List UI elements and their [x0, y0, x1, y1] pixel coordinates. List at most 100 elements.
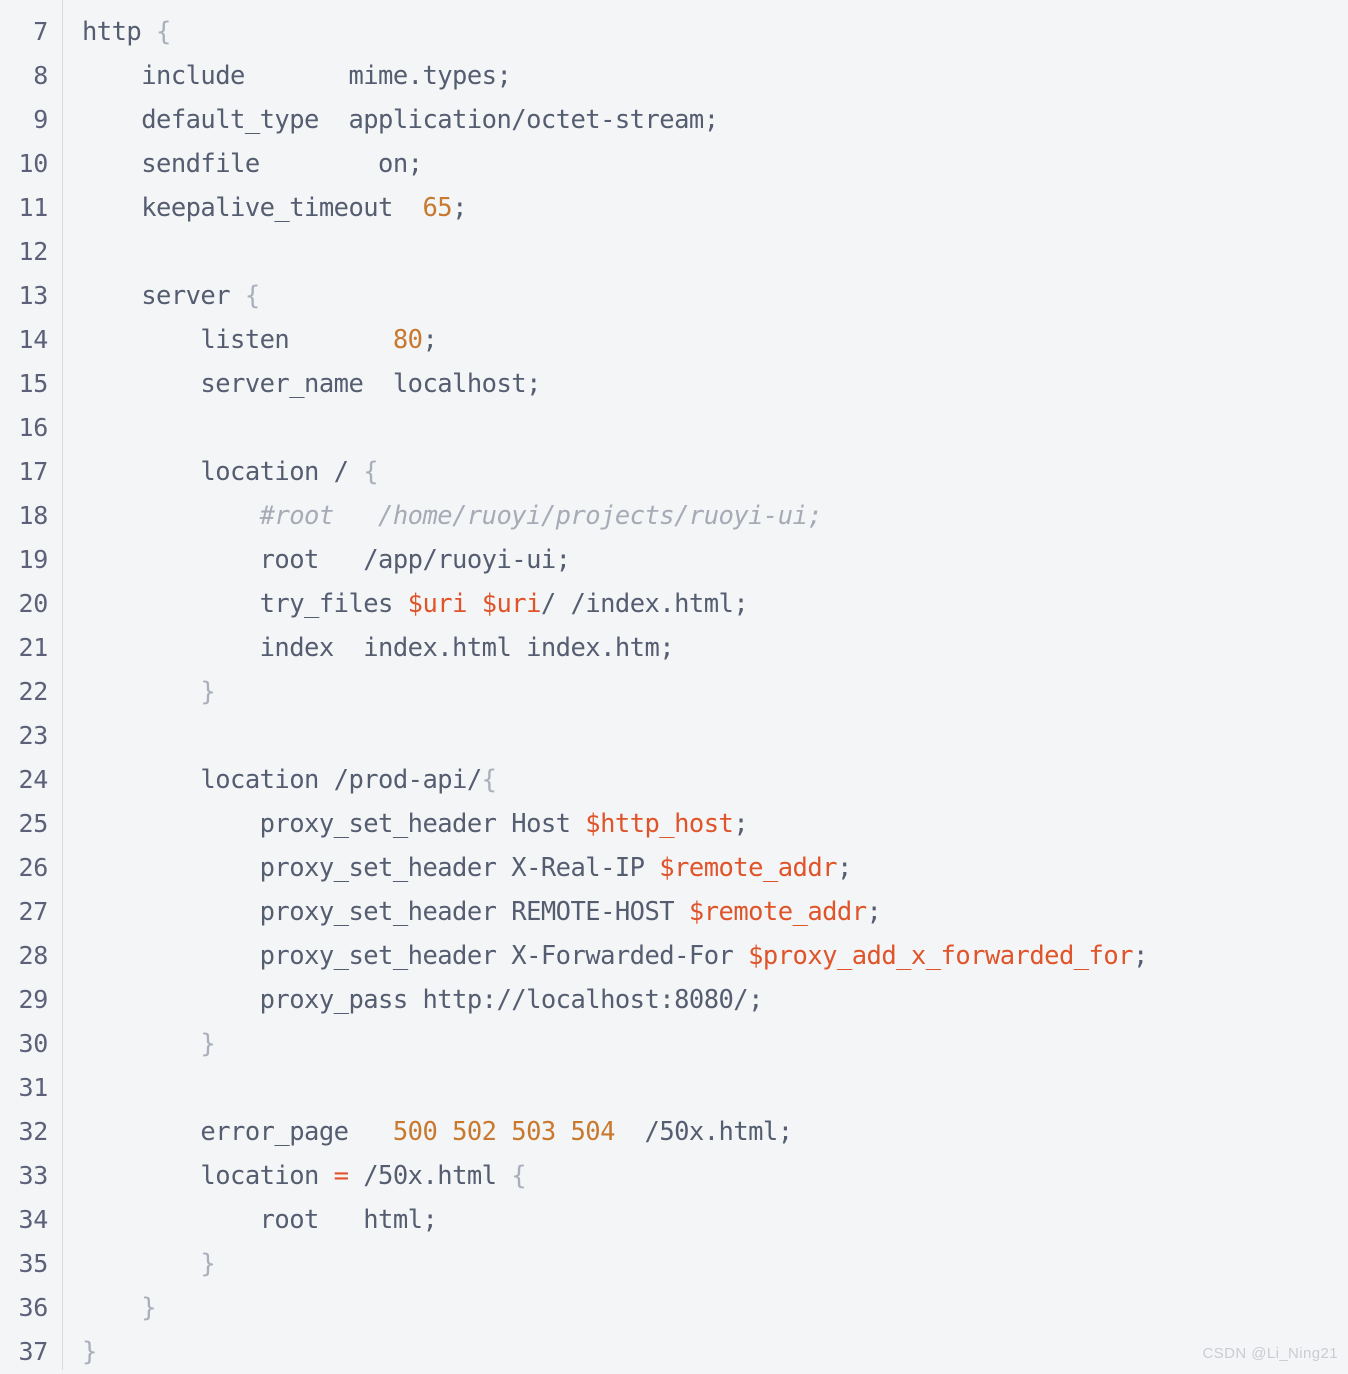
- code-line[interactable]: 8 include mime.types;: [0, 54, 1348, 98]
- code-line[interactable]: 28 proxy_set_header X-Forwarded-For $pro…: [0, 934, 1348, 978]
- code-token-plain: ;: [1132, 941, 1148, 971]
- code-token-plain: proxy_set_header X-Forwarded-For: [82, 941, 749, 971]
- code-line-text[interactable]: http {: [62, 10, 1348, 54]
- code-line[interactable]: 16: [0, 406, 1348, 450]
- code-line-text[interactable]: }: [62, 1286, 1348, 1330]
- code-line[interactable]: 33 location = /50x.html {: [0, 1154, 1348, 1198]
- code-line[interactable]: 18 #root /home/ruoyi/projects/ruoyi-ui;: [0, 494, 1348, 538]
- code-line-text[interactable]: [62, 406, 1348, 450]
- code-line-text[interactable]: root /app/ruoyi-ui;: [62, 538, 1348, 582]
- code-token-plain: listen: [82, 325, 393, 355]
- code-token-brace: }: [82, 1337, 97, 1367]
- code-viewer[interactable]: 7 http {8 include mime.types; 9 default_ty…: [0, 0, 1348, 1370]
- code-line-text[interactable]: sendfile on;: [62, 142, 1348, 186]
- code-token-comment: #root /home/ruoyi/projects/ruoyi-ui;: [259, 501, 823, 531]
- code-line-text[interactable]: try_files $uri $uri/ /index.html;: [62, 582, 1348, 626]
- code-line-text[interactable]: listen 80;: [62, 318, 1348, 362]
- code-token-var: $uri: [407, 589, 468, 619]
- code-line[interactable]: 14 listen 80;: [0, 318, 1348, 362]
- line-number: 15: [18, 369, 48, 398]
- code-line[interactable]: 35 }: [0, 1242, 1348, 1286]
- code-line-text[interactable]: proxy_set_header X-Forwarded-For $proxy_…: [62, 934, 1348, 978]
- code-line[interactable]: 13 server {: [0, 274, 1348, 318]
- code-token-plain: proxy_set_header X-Real-IP: [82, 853, 660, 883]
- line-number: 36: [18, 1293, 48, 1322]
- line-number: 30: [18, 1029, 48, 1058]
- code-line[interactable]: 11 keepalive_timeout 65;: [0, 186, 1348, 230]
- code-line[interactable]: 34 root html;: [0, 1198, 1348, 1242]
- code-line-text[interactable]: error_page 500 502 503 504 /50x.html;: [62, 1110, 1348, 1154]
- code-line[interactable]: 21 index index.html index.htm;: [0, 626, 1348, 670]
- code-line-text[interactable]: [62, 230, 1348, 274]
- line-number: 22: [18, 677, 48, 706]
- code-token-plain: ;: [422, 325, 438, 355]
- code-line-text[interactable]: }: [62, 670, 1348, 714]
- code-line-text[interactable]: proxy_set_header X-Real-IP $remote_addr;: [62, 846, 1348, 890]
- code-token-plain: index index.html index.htm;: [82, 633, 675, 663]
- code-line[interactable]: 12: [0, 230, 1348, 274]
- code-token-brace: {: [156, 17, 171, 47]
- code-token-plain: proxy_pass http://localhost:8080/;: [82, 985, 764, 1015]
- code-line-text[interactable]: location /prod-api/{: [62, 758, 1348, 802]
- code-token-var: $uri: [481, 589, 542, 619]
- code-line-text[interactable]: location = /50x.html {: [62, 1154, 1348, 1198]
- code-line-text[interactable]: server_name localhost;: [62, 362, 1348, 406]
- code-line-text[interactable]: include mime.types;: [62, 54, 1348, 98]
- code-token-plain: server: [82, 281, 245, 311]
- code-token-num: 80: [392, 325, 423, 355]
- code-line-text[interactable]: #root /home/ruoyi/projects/ruoyi-ui;: [62, 494, 1348, 538]
- code-token-plain: include mime.types;: [82, 61, 512, 91]
- code-line-text[interactable]: [62, 714, 1348, 758]
- code-token-brace: }: [200, 1029, 216, 1059]
- code-token-plain: location: [82, 1161, 334, 1191]
- code-line-text[interactable]: location / {: [62, 450, 1348, 494]
- code-token-var: $remote_addr: [659, 853, 837, 883]
- code-line[interactable]: 9 default_type application/octet-stream;: [0, 98, 1348, 142]
- code-line[interactable]: 29 proxy_pass http://localhost:8080/;: [0, 978, 1348, 1022]
- code-line[interactable]: 31: [0, 1066, 1348, 1110]
- code-line-list: 7 http {8 include mime.types; 9 default_ty…: [0, 0, 1348, 1374]
- line-number: 21: [18, 633, 48, 662]
- code-line[interactable]: 30 }: [0, 1022, 1348, 1066]
- code-line[interactable]: 17 location / {: [0, 450, 1348, 494]
- code-line[interactable]: 36 }: [0, 1286, 1348, 1330]
- line-number: 8: [33, 61, 48, 90]
- code-line[interactable]: 7 http {: [0, 10, 1348, 54]
- code-token-plain: ;: [836, 853, 852, 883]
- line-number: 32: [18, 1117, 48, 1146]
- line-number: 25: [18, 809, 48, 838]
- code-line-text[interactable]: proxy_set_header Host $http_host;: [62, 802, 1348, 846]
- code-line-text[interactable]: index index.html index.htm;: [62, 626, 1348, 670]
- code-line-text[interactable]: keepalive_timeout 65;: [62, 186, 1348, 230]
- code-line[interactable]: 23: [0, 714, 1348, 758]
- code-token-plain: root html;: [82, 1205, 438, 1235]
- code-line-text[interactable]: default_type application/octet-stream;: [62, 98, 1348, 142]
- code-line[interactable]: 22 }: [0, 670, 1348, 714]
- code-line[interactable]: 37}: [0, 1330, 1348, 1374]
- code-line-text[interactable]: proxy_pass http://localhost:8080/;: [62, 978, 1348, 1022]
- code-line-text[interactable]: proxy_set_header REMOTE-HOST $remote_add…: [62, 890, 1348, 934]
- code-token-plain: proxy_set_header Host: [82, 809, 586, 839]
- code-line[interactable]: 15 server_name localhost;: [0, 362, 1348, 406]
- code-token-plain: error_page: [82, 1117, 393, 1147]
- code-line[interactable]: 27 proxy_set_header REMOTE-HOST $remote_…: [0, 890, 1348, 934]
- code-line[interactable]: 20 try_files $uri $uri/ /index.html;: [0, 582, 1348, 626]
- code-line-text[interactable]: }: [62, 1330, 1348, 1374]
- code-token-plain: ;: [733, 809, 749, 839]
- code-line-text[interactable]: }: [62, 1242, 1348, 1286]
- code-line-text[interactable]: }: [62, 1022, 1348, 1066]
- code-line-text[interactable]: server {: [62, 274, 1348, 318]
- code-line[interactable]: 26 proxy_set_header X-Real-IP $remote_ad…: [0, 846, 1348, 890]
- code-line[interactable]: 19 root /app/ruoyi-ui;: [0, 538, 1348, 582]
- line-number: 33: [18, 1161, 48, 1190]
- code-line-text[interactable]: [62, 1066, 1348, 1110]
- line-number: 12: [18, 237, 48, 266]
- code-token-plain: sendfile on;: [82, 149, 423, 179]
- code-line[interactable]: 10 sendfile on;: [0, 142, 1348, 186]
- code-line[interactable]: 24 location /prod-api/{: [0, 758, 1348, 802]
- code-line[interactable]: 32 error_page 500 502 503 504 /50x.html;: [0, 1110, 1348, 1154]
- code-line-text[interactable]: root html;: [62, 1198, 1348, 1242]
- line-number: 37: [18, 1337, 48, 1366]
- code-line[interactable]: 25 proxy_set_header Host $http_host;: [0, 802, 1348, 846]
